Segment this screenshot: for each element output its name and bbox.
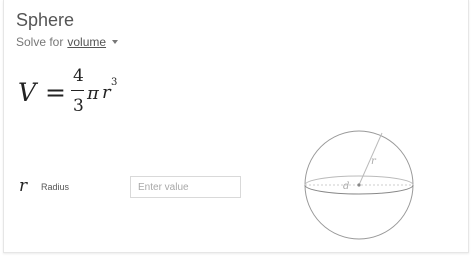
formula-denominator: 3 [73,96,84,116]
formula-lhs: V [18,78,37,107]
solve-for-row: Solve for volume [16,35,119,49]
formula-equals: = [45,78,66,107]
radius-symbol: r [19,176,28,196]
formula-r: r [102,82,111,103]
dropdown-caret-icon[interactable] [112,40,119,44]
formula-pi: π [87,83,99,104]
formula-numerator: 4 [73,66,84,86]
center-point [357,183,361,187]
sphere-diagram: r d [304,130,414,240]
solve-for-label: Solve for [16,35,64,49]
calculator-title: Sphere [16,10,75,30]
solve-for-dropdown[interactable]: volume [67,35,106,49]
radius-label: Radius [41,182,70,192]
radius-input[interactable] [130,176,241,198]
diagram-radius-label: r [371,156,377,167]
diagram-diameter-label: d [343,181,349,192]
fraction-bar [71,90,84,91]
formula-exponent: 3 [111,77,118,88]
volume-formula: V = 4 3 π r 3 [18,64,138,124]
sphere-calculator-card: Sphere Solve for volume V = 4 3 π r 3 r … [3,0,469,253]
